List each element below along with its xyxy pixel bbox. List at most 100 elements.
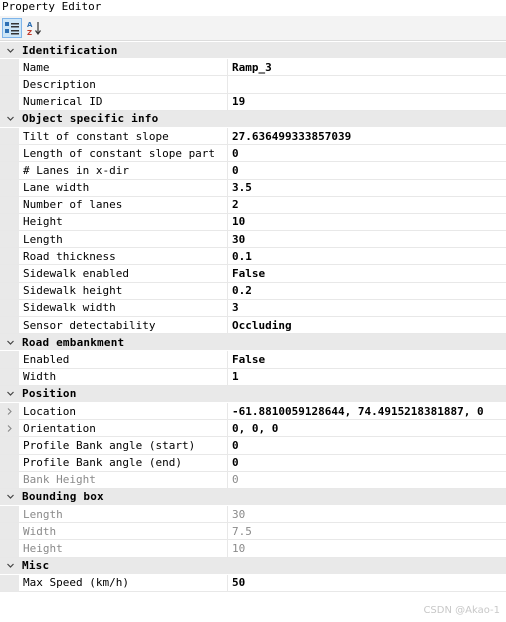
category-expander[interactable] (0, 386, 20, 402)
property-row[interactable]: Length 30 (0, 231, 506, 249)
chevron-down-icon (6, 116, 14, 122)
property-row[interactable]: Enabled False (0, 351, 506, 369)
property-value[interactable]: False (228, 265, 506, 281)
property-value[interactable]: 0 (228, 145, 506, 161)
property-name: Sensor detectability (20, 317, 228, 334)
alphabetical-sort-icon: A Z (27, 21, 41, 36)
category-row[interactable]: Position (0, 385, 506, 403)
chevron-down-icon (6, 340, 14, 345)
property-name: Profile Bank angle (start) (20, 437, 228, 454)
category-expander[interactable] (0, 42, 20, 58)
row-gutter (0, 179, 20, 196)
property-name: Location (20, 402, 228, 420)
category-expander[interactable] (0, 489, 20, 505)
property-value[interactable]: 27.636499333857039 (228, 128, 506, 144)
property-row: Width 7.5 (0, 523, 506, 541)
property-row[interactable]: Length of constant slope part 0 (0, 145, 506, 163)
category-expander[interactable] (0, 558, 20, 574)
property-row[interactable]: # Lanes in x-dir 0 (0, 162, 506, 180)
property-name: Profile Bank angle (end) (20, 454, 228, 471)
property-name: Orientation (20, 420, 228, 437)
property-value[interactable]: 50 (228, 575, 506, 591)
property-value[interactable]: 0 (228, 455, 506, 471)
property-name: # Lanes in x-dir (20, 162, 228, 179)
property-row[interactable]: Max Speed (km/h) 50 (0, 574, 506, 592)
category-label: Bounding box (22, 490, 104, 504)
property-row[interactable]: Numerical ID 19 (0, 93, 506, 111)
category-row[interactable]: Identification (0, 42, 506, 60)
chevron-down-icon (6, 391, 14, 397)
row-gutter (0, 162, 20, 179)
property-row: Length 30 (0, 506, 506, 524)
row-gutter (0, 506, 20, 523)
categorized-view-button[interactable] (2, 18, 22, 38)
property-name: Tilt of constant slope (20, 127, 228, 145)
property-value[interactable]: 0.2 (228, 283, 506, 299)
property-value[interactable]: 0.1 (228, 248, 506, 264)
category-expander[interactable] (0, 111, 20, 127)
alphabetical-sort-button[interactable]: A Z (24, 18, 44, 38)
property-row[interactable]: Lane width 3.5 (0, 179, 506, 197)
row-gutter (0, 471, 20, 488)
property-expander[interactable] (0, 402, 20, 420)
property-expander[interactable] (0, 420, 20, 437)
category-row[interactable]: Misc (0, 557, 506, 575)
svg-text:Z: Z (27, 29, 32, 36)
property-grid: Identification Name Ramp_3 Description Numer… (0, 42, 506, 592)
property-value[interactable]: Ramp_3 (228, 59, 506, 75)
property-row[interactable]: Road thickness 0.1 (0, 248, 506, 266)
property-value[interactable]: 3 (228, 300, 506, 316)
property-name: Road thickness (20, 248, 228, 265)
property-row[interactable]: Sidewalk width 3 (0, 299, 506, 317)
property-name: Height (20, 540, 228, 557)
property-row[interactable]: Sensor detectability Occluding (0, 317, 506, 335)
property-row[interactable]: Number of lanes 2 (0, 196, 506, 214)
property-value: 7.5 (232, 524, 252, 538)
category-label: Road embankment (22, 335, 125, 349)
property-editor-window: Property Editor A Z Identification Name Ra… (0, 0, 506, 622)
row-gutter (0, 231, 20, 248)
category-row[interactable]: Object specific info (0, 110, 506, 128)
property-row[interactable]: Location -61.8810059128644, 74.4915218381… (0, 402, 506, 421)
property-value[interactable]: False (228, 351, 506, 367)
property-value[interactable] (228, 76, 506, 92)
property-row[interactable]: Profile Bank angle (end) 0 (0, 454, 506, 472)
property-row[interactable]: Width 1 (0, 368, 506, 386)
property-name: Enabled (20, 351, 228, 368)
row-gutter (0, 59, 20, 76)
property-name: Max Speed (km/h) (20, 574, 228, 591)
property-row[interactable]: Orientation 0, 0, 0 (0, 420, 506, 438)
chevron-down-icon (6, 563, 14, 569)
property-row[interactable]: Sidewalk height 0.2 (0, 282, 506, 300)
row-gutter (0, 265, 20, 282)
property-row[interactable]: Name Ramp_3 (0, 59, 506, 77)
property-value[interactable]: 0, 0, 0 (228, 420, 506, 436)
chevron-down-icon (6, 495, 14, 500)
category-expander[interactable] (0, 334, 20, 350)
row-gutter (0, 299, 20, 316)
property-value[interactable]: 30 (228, 231, 506, 247)
property-value[interactable]: 0 (228, 437, 506, 453)
property-name: Number of lanes (20, 196, 228, 213)
property-value[interactable]: 10 (228, 214, 506, 230)
property-row[interactable]: Description (0, 76, 506, 94)
category-row[interactable]: Road embankment (0, 334, 506, 352)
category-row[interactable]: Bounding box (0, 488, 506, 507)
property-value[interactable]: 2 (228, 197, 506, 213)
property-value[interactable]: 19 (228, 94, 506, 110)
property-value[interactable]: 0 (228, 162, 506, 178)
property-row[interactable]: Tilt of constant slope 27.636499333857039 (0, 127, 506, 146)
chevron-down-icon (6, 48, 14, 53)
property-value: 10 (232, 542, 246, 556)
property-name: Height (20, 213, 228, 231)
property-row[interactable]: Sidewalk enabled False (0, 265, 506, 283)
property-name: Bank Height (20, 471, 228, 488)
property-value[interactable]: 1 (228, 369, 506, 385)
property-row[interactable]: Profile Bank angle (start) 0 (0, 437, 506, 455)
property-value[interactable]: 3.5 (228, 180, 506, 196)
row-gutter (0, 437, 20, 454)
property-row[interactable]: Height 10 (0, 213, 506, 232)
property-value[interactable]: Occluding (228, 317, 506, 333)
property-name: Length (20, 506, 228, 523)
property-value[interactable]: -61.8810059128644, 74.4915218381887, 0 (228, 403, 506, 419)
